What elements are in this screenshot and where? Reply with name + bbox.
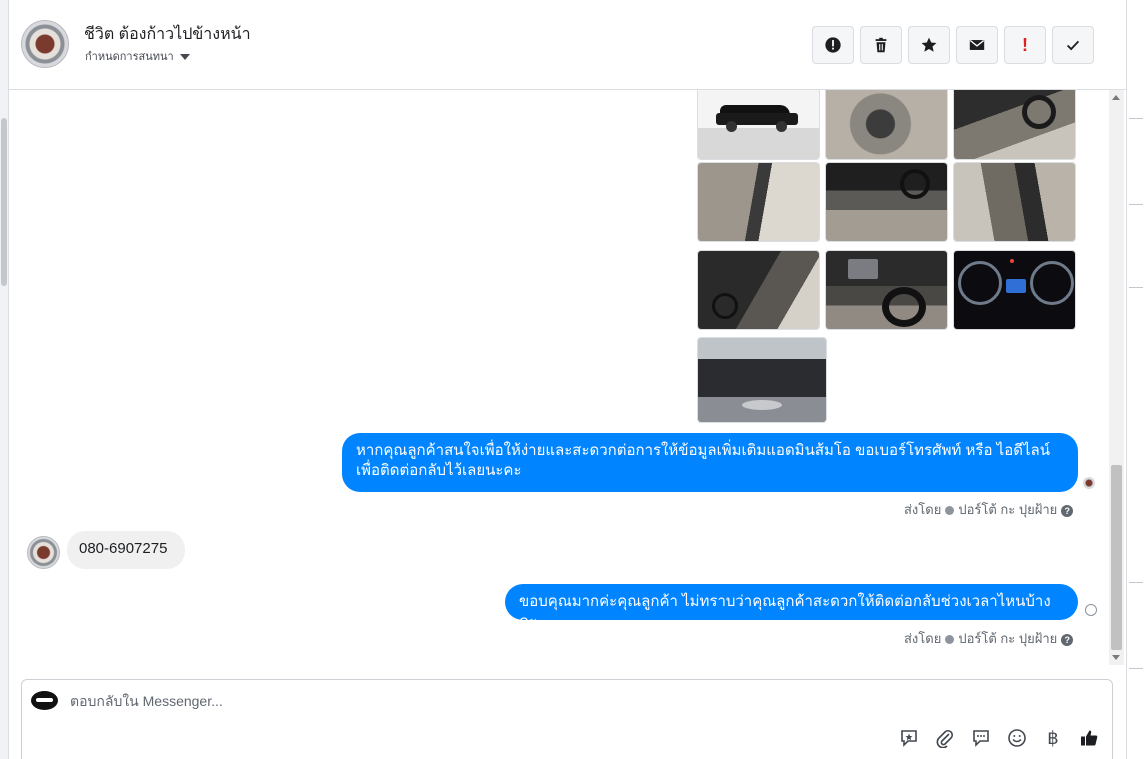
star-button[interactable] [908, 26, 950, 64]
conversation-toolbar: ! [812, 26, 1094, 64]
photo-attachment[interactable] [953, 162, 1076, 242]
attach-file-button[interactable] [934, 727, 956, 749]
sender-name[interactable]: ปอร์โต้ กะ ปุยฝ้าย [958, 631, 1057, 646]
left-scroll-rail [0, 0, 9, 759]
star-icon [921, 37, 937, 52]
thread-scrollbar-thumb[interactable] [1111, 465, 1122, 650]
right-side-rail [1126, 0, 1144, 759]
emoji-button[interactable] [1006, 727, 1028, 749]
photo-attachment[interactable] [697, 250, 820, 330]
verified-icon [945, 506, 955, 516]
delivered-check-icon [1085, 604, 1097, 616]
mark-spam-button[interactable] [812, 26, 854, 64]
trash-icon [875, 37, 887, 53]
alert-circle-icon [825, 37, 841, 53]
envelope-icon [969, 39, 985, 50]
chat-bubble-icon [973, 730, 989, 747]
page-avatar [31, 691, 58, 710]
paperclip-icon [936, 729, 954, 748]
reply-input[interactable] [70, 693, 770, 709]
contact-avatar-small[interactable] [27, 536, 60, 569]
message-bubble-outgoing[interactable]: หากคุณลูกค้าสนใจเพื่อให้ง่ายและสะดวกต่อก… [342, 433, 1078, 492]
photo-attachment[interactable] [825, 250, 948, 330]
saved-reply-button[interactable] [898, 727, 920, 749]
conversation-header: ชีวิต ต้องก้าวไปข้างหน้า กำหนดการสนทนา ! [9, 0, 1126, 90]
rail-tick [1129, 668, 1143, 669]
follow-up-button[interactable]: ! [1004, 26, 1046, 64]
emoji-icon [1008, 729, 1026, 747]
sent-by-info: ส่งโดย ปอร์โต้ กะ ปุยฝ้าย? [904, 499, 1074, 520]
payment-button[interactable]: ฿ [1042, 727, 1064, 749]
message-text: ขอบคุณมากค่ะคุณลูกค้า ไม่ทราบว่าคุณลูกค้… [519, 593, 1051, 630]
message-text: หากคุณลูกค้าสนใจเพื่อให้ง่ายและสะดวกต่อก… [356, 442, 1050, 459]
photo-attachment[interactable] [953, 250, 1076, 330]
photo-attachment[interactable] [697, 162, 820, 242]
conversation-schedule-dropdown[interactable]: กำหนดการสนทนา [85, 47, 190, 65]
rail-tick [1129, 204, 1143, 205]
delete-button[interactable] [860, 26, 902, 64]
message-text: เพื่อติดต่อกลับไว้เลยนะคะ [356, 462, 522, 479]
mark-unread-button[interactable] [956, 26, 998, 64]
message-bubble-outgoing[interactable]: ขอบคุณมากค่ะคุณลูกค้า ไม่ทราบว่าคุณลูกค้… [505, 584, 1078, 630]
sender-name[interactable]: ปอร์โต้ กะ ปุยฝ้าย [958, 502, 1057, 517]
contact-avatar[interactable] [21, 20, 69, 68]
photo-attachment[interactable] [697, 90, 820, 160]
composer-actions: ฿ [898, 727, 1100, 749]
rail-tick [1129, 287, 1143, 288]
baht-icon: ฿ [1047, 727, 1059, 748]
sent-by-label: ส่งโดย [904, 631, 942, 646]
seen-avatar [1083, 477, 1095, 489]
send-like-button[interactable] [1078, 727, 1100, 749]
scroll-up-arrow-icon[interactable] [1112, 95, 1120, 100]
messenger-inbox-window: ชีวิต ต้องก้าวไปข้างหน้า กำหนดการสนทนา ! [0, 0, 1144, 759]
scroll-down-arrow-icon[interactable] [1112, 655, 1120, 660]
photo-attachment[interactable] [825, 162, 948, 242]
rail-tick [1129, 118, 1143, 119]
reply-composer: ฿ [21, 679, 1113, 759]
message-bubble-incoming[interactable]: 080-6907275 [67, 531, 185, 569]
help-icon[interactable]: ? [1061, 633, 1074, 646]
help-icon[interactable]: ? [1061, 504, 1074, 517]
exclamation-icon: ! [1022, 34, 1028, 55]
photo-attachment[interactable] [697, 337, 827, 423]
message-thread: หากคุณลูกค้าสนใจเพื่อให้ง่ายและสะดวกต่อก… [9, 90, 1109, 665]
conversation-schedule-label: กำหนดการสนทนา [85, 51, 174, 63]
message-text: 080-6907275 [79, 540, 168, 557]
thumbs-up-icon [1081, 730, 1098, 746]
rail-tick [1129, 582, 1143, 583]
saved-reply-icon [901, 730, 917, 747]
sent-by-label: ส่งโดย [904, 502, 942, 517]
quick-reply-button[interactable] [970, 727, 992, 749]
caret-down-icon [179, 54, 190, 61]
photo-attachment[interactable] [953, 90, 1076, 160]
verified-icon [945, 635, 955, 645]
thread-scrollbar[interactable] [1109, 90, 1124, 665]
photo-attachment[interactable] [825, 90, 948, 160]
sent-by-info: ส่งโดย ปอร์โต้ กะ ปุยฝ้าย? [904, 628, 1074, 649]
left-scrollbar-thumb[interactable] [1, 118, 7, 286]
checkmark-icon [1066, 40, 1080, 51]
contact-name[interactable]: ชีวิต ต้องก้าวไปข้างหน้า [84, 22, 251, 47]
mark-done-button[interactable] [1052, 26, 1094, 64]
